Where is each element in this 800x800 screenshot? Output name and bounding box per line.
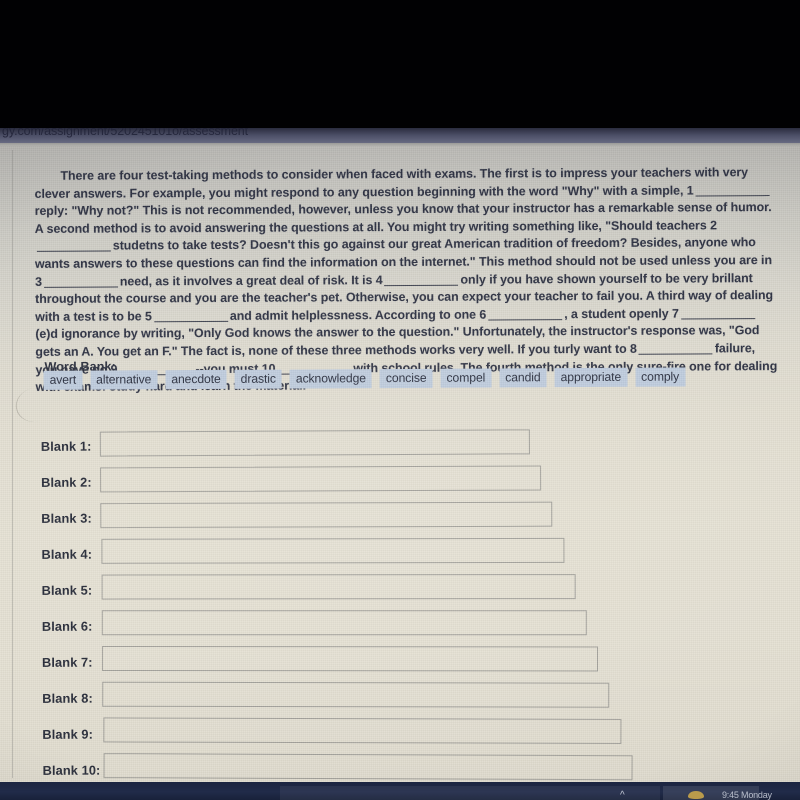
blank-row: Blank 3: — [0, 498, 800, 538]
blank-label: Blank 5: — [41, 582, 93, 598]
word-bank-chip[interactable]: drastic — [234, 369, 282, 389]
blank-label: Blank 7: — [41, 654, 93, 670]
blank-input[interactable] — [102, 681, 610, 708]
os-taskbar[interactable]: ^ 9:45 Monday — [0, 782, 800, 800]
word-bank-chip[interactable]: alternative — [90, 370, 158, 390]
blank-input[interactable] — [101, 610, 587, 636]
word-bank-list: avert alternative anecdote drastic acknowled… — [43, 367, 686, 390]
word-bank-chip[interactable]: appropriate — [554, 367, 628, 388]
blank-input[interactable] — [101, 574, 576, 600]
assignment-page: There are four test-taking methods to co… — [0, 146, 800, 782]
blank-row: Blank 8: — [1, 678, 800, 718]
blank-input[interactable] — [100, 501, 553, 529]
inline-blank-5 — [153, 320, 228, 323]
blank-row: Blank 6: — [1, 606, 800, 646]
blank-input[interactable] — [99, 429, 530, 457]
blank-row: Blank 2: — [0, 462, 800, 502]
blank-input[interactable] — [100, 465, 542, 493]
blank-row: Blank 7: — [1, 642, 800, 682]
blank-input[interactable] — [103, 753, 633, 781]
word-bank-chip[interactable]: compel — [440, 368, 492, 388]
url-text: gy.com/assignment/520245101o/assessment — [2, 128, 249, 138]
inline-blank-3 — [43, 286, 118, 288]
weather-cloud-icon[interactable] — [688, 791, 704, 799]
monitor-bezel-top — [0, 0, 800, 131]
blank-label: Blank 6: — [41, 618, 93, 634]
inline-blank-8 — [638, 353, 713, 355]
page-left-edge — [12, 150, 13, 778]
passage-part-1: There are four test-taking methods to co… — [34, 165, 749, 201]
blank-label: Blank 2: — [41, 474, 92, 490]
blank-input[interactable] — [102, 646, 599, 672]
taskbar-window-group[interactable] — [280, 786, 660, 800]
blank-label: Blank 1: — [40, 438, 92, 454]
blank-input[interactable] — [101, 537, 565, 564]
blank-label: Blank 10: — [42, 762, 101, 778]
taskbar-clock[interactable]: 9:45 Monday — [722, 790, 772, 800]
inline-blank-1 — [695, 194, 770, 197]
passage-part-6: and admit helplessness. According to one… — [229, 307, 487, 323]
blank-label: Blank 8: — [42, 690, 93, 706]
passage-part-4: need, as it involves a great deal of ris… — [119, 272, 383, 289]
blank-row: Blank 9: — [1, 714, 800, 754]
passage-part-2: reply: "Why not?" This is not recommende… — [34, 200, 772, 236]
inline-blank-6 — [488, 318, 563, 321]
blank-row: Blank 4: — [0, 534, 800, 574]
blank-input[interactable] — [102, 717, 622, 745]
inline-blank-2 — [36, 250, 111, 253]
word-bank-chip[interactable]: anecdote — [165, 369, 227, 390]
screen-photograph: gy.com/assignment/520245101o/assessment … — [0, 0, 800, 800]
passage-part-7: , a student openly 7 — [564, 306, 679, 321]
blanks-form: Blank 1: Blank 2: Blank 3: Blank 4: Blank 5:… — [0, 426, 800, 790]
word-bank-chip[interactable]: candid — [499, 368, 547, 388]
show-hidden-icons-icon[interactable]: ^ — [620, 791, 625, 800]
blank-label: Blank 9: — [42, 726, 94, 742]
blank-label: Blank 3: — [41, 510, 92, 526]
blank-row: Blank 5: — [1, 570, 800, 610]
word-bank-chip[interactable]: concise — [379, 368, 433, 389]
word-bank-chip[interactable]: acknowledge — [289, 369, 372, 389]
inline-blank-4 — [384, 284, 459, 286]
word-bank-chip[interactable]: comply — [635, 367, 686, 387]
blank-label: Blank 4: — [41, 546, 93, 562]
blank-row: Blank 1: — [0, 426, 800, 466]
word-bank-chip[interactable]: avert — [43, 370, 83, 390]
inline-blank-7 — [680, 317, 755, 320]
passage-text: There are four test-taking methods to co… — [34, 164, 779, 397]
